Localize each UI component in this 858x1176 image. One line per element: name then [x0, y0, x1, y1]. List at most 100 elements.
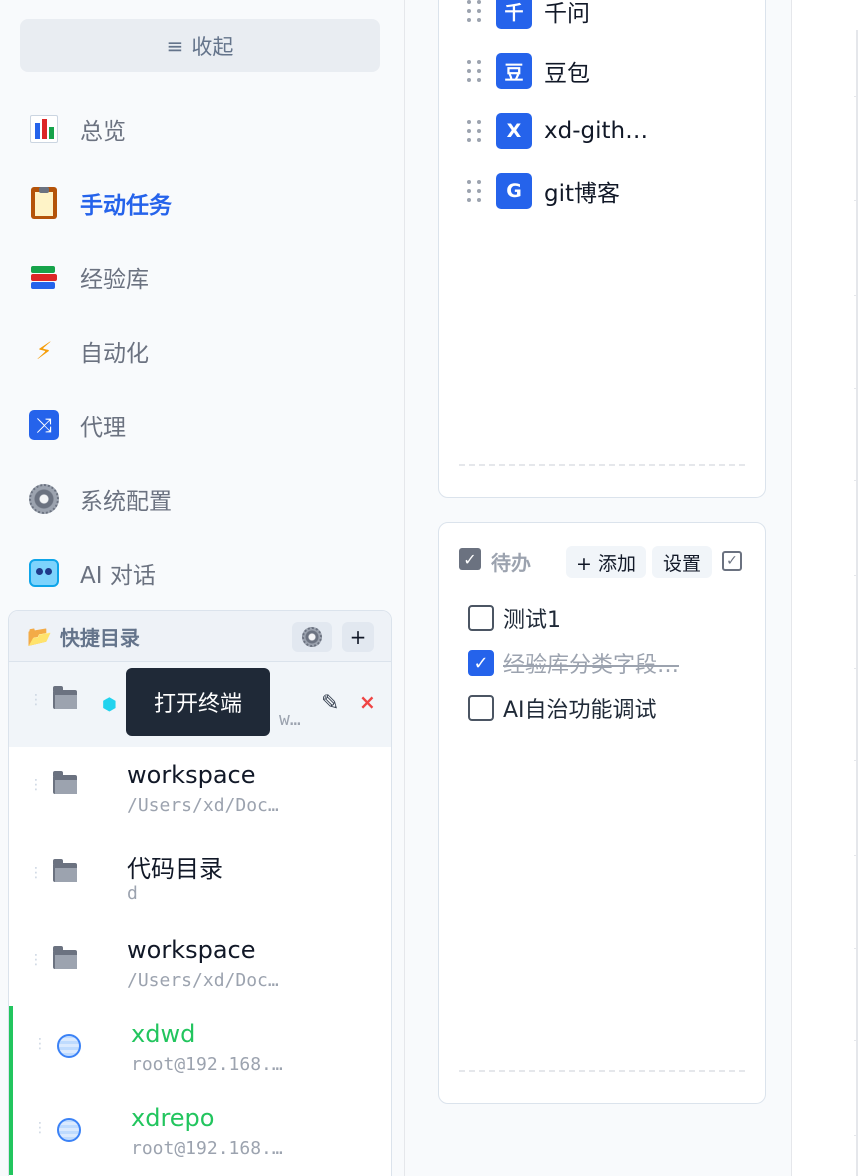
- link-item[interactable]: X xd-gith…: [467, 111, 648, 151]
- drop-zone-divider: [459, 1070, 745, 1072]
- gear-icon: [26, 481, 62, 517]
- row-divider: [854, 388, 858, 389]
- row-divider: [854, 480, 858, 481]
- open-terminal-tooltip: 打开终端: [126, 668, 270, 736]
- globe-icon: [57, 1118, 81, 1142]
- quick-dirs-title: 快捷目录: [59, 625, 140, 650]
- folder-icon: [53, 946, 77, 969]
- todo-label: AI自治功能调试: [503, 698, 657, 723]
- drag-handle-icon[interactable]: ⋮: [33, 1037, 47, 1051]
- quick-dir-name: workspace: [127, 761, 256, 789]
- quick-dir-name: xdrepo: [131, 1104, 215, 1132]
- nav-item-manual-tasks[interactable]: 手动任务: [26, 178, 386, 228]
- quick-dir-row[interactable]: ⋮ 代码目录 d: [9, 835, 391, 920]
- nav-label: 代理: [80, 415, 126, 441]
- quick-dir-path: /Users/xd/Doc…: [127, 970, 279, 991]
- globe-icon: [57, 1034, 81, 1058]
- quick-dirs-header: 📂 快捷目录 +: [9, 611, 391, 662]
- drag-handle-icon[interactable]: [467, 57, 481, 85]
- todo-done-filter-icon[interactable]: ✓: [722, 551, 742, 571]
- nav-item-overview[interactable]: 总览: [26, 104, 386, 154]
- row-divider: [854, 948, 858, 949]
- quick-dir-path: root@192.168.…: [131, 1054, 283, 1075]
- link-label: git博客: [544, 181, 621, 207]
- collapse-label: 收起: [191, 34, 234, 59]
- open-folder-icon: 📂: [27, 624, 52, 648]
- drag-handle-icon[interactable]: ⋮: [29, 693, 43, 707]
- nav-item-experience-library[interactable]: 经验库: [26, 252, 386, 302]
- nav-item-automation[interactable]: ⚡ 自动化: [26, 326, 386, 376]
- nav-item-ai-chat[interactable]: AI 对话: [26, 548, 386, 598]
- row-divider: [854, 575, 858, 576]
- todo-card: ✓ 待办 + 添加 设置 ✓ 测试1 ✓ 经验库分类字段… AI自治功能调试: [438, 522, 766, 1104]
- quick-dirs-settings-button[interactable]: [292, 622, 332, 652]
- quick-dir-row-ssh[interactable]: ⋮ xdwd root@192.168.…: [9, 1006, 391, 1091]
- chart-icon: [26, 111, 62, 147]
- nav-label: 总览: [80, 119, 126, 145]
- row-divider: [854, 1135, 858, 1136]
- link-badge-icon: 豆: [496, 53, 532, 89]
- drag-handle-icon[interactable]: [467, 0, 481, 25]
- quick-dir-path: root@192.168.…: [131, 1138, 283, 1159]
- nav-item-proxy[interactable]: ⤨ 代理: [26, 400, 386, 450]
- link-item[interactable]: 千 千问: [467, 0, 590, 31]
- shuffle-icon: ⤨: [26, 407, 62, 443]
- books-icon: [26, 259, 62, 295]
- row-divider: [854, 200, 858, 201]
- row-divider: [854, 96, 858, 97]
- link-badge-icon: X: [496, 113, 532, 149]
- todo-add-button[interactable]: + 添加: [566, 546, 646, 578]
- row-divider: [854, 668, 858, 669]
- todo-settings-button[interactable]: 设置: [652, 546, 712, 578]
- link-label: xd-gith…: [544, 118, 649, 144]
- row-divider: [854, 295, 858, 296]
- quick-dir-path: d: [127, 883, 138, 904]
- todo-label: 经验库分类字段…: [503, 653, 680, 678]
- terminal-hex-icon[interactable]: ⬢: [102, 695, 117, 715]
- todo-title: 待办: [491, 551, 531, 575]
- nav-label: 手动任务: [80, 193, 172, 219]
- nav-label: 系统配置: [80, 489, 172, 515]
- folder-icon: [53, 686, 77, 709]
- quick-dirs-add-button[interactable]: +: [342, 622, 374, 652]
- row-divider: [854, 760, 858, 761]
- drag-handle-icon[interactable]: [467, 117, 481, 145]
- drag-handle-icon[interactable]: ⋮: [29, 866, 43, 880]
- todo-item[interactable]: 测试1: [468, 603, 561, 633]
- link-badge-icon: 千: [496, 0, 532, 29]
- drag-handle-icon[interactable]: [467, 177, 481, 205]
- link-label: 豆包: [544, 61, 590, 87]
- nav-label: 经验库: [80, 267, 149, 293]
- todo-item[interactable]: ✓ 经验库分类字段…: [468, 648, 679, 678]
- row-divider: [854, 855, 858, 856]
- drag-handle-icon[interactable]: ⋮: [29, 953, 43, 967]
- quick-dir-name: xdwd: [131, 1020, 196, 1048]
- quick-dir-name: workspace: [127, 936, 256, 964]
- folder-icon: [53, 771, 77, 794]
- quick-dir-row-ssh[interactable]: ⋮ xdrepo root@192.168.…: [9, 1090, 391, 1175]
- quick-dir-row[interactable]: ⋮ workspace /Users/xd/Doc…: [9, 922, 391, 1007]
- drag-handle-icon[interactable]: ⋮: [29, 778, 43, 792]
- delete-icon[interactable]: ×: [359, 690, 376, 714]
- link-label: 千问: [544, 1, 590, 27]
- quick-dir-row[interactable]: ⋮ workspace /Users/xd/Doc…: [9, 747, 391, 832]
- link-item[interactable]: 豆 豆包: [467, 51, 590, 91]
- robot-icon: [26, 555, 62, 591]
- edit-icon[interactable]: ✎: [321, 691, 339, 716]
- todo-checkbox[interactable]: ✓: [468, 650, 494, 676]
- quick-dir-path: w…: [279, 709, 301, 730]
- nav-label: 自动化: [80, 341, 149, 367]
- gear-icon: [302, 627, 322, 647]
- nav-item-system-config[interactable]: 系统配置: [26, 474, 386, 524]
- link-item[interactable]: G git博客: [467, 171, 620, 211]
- lightning-icon: ⚡: [35, 337, 53, 365]
- todo-checkbox[interactable]: [468, 695, 494, 721]
- right-panel-edge: [792, 0, 858, 1176]
- todo-item[interactable]: AI自治功能调试: [468, 693, 657, 723]
- drop-zone-divider: [459, 464, 745, 466]
- links-card: 千 千问 豆 豆包 X xd-gith… G git博客: [438, 0, 766, 498]
- drag-handle-icon[interactable]: ⋮: [33, 1121, 47, 1135]
- todo-checkbox[interactable]: [468, 605, 494, 631]
- collapse-button[interactable]: ≡ 收起: [20, 19, 380, 72]
- nav-label: AI 对话: [80, 563, 156, 589]
